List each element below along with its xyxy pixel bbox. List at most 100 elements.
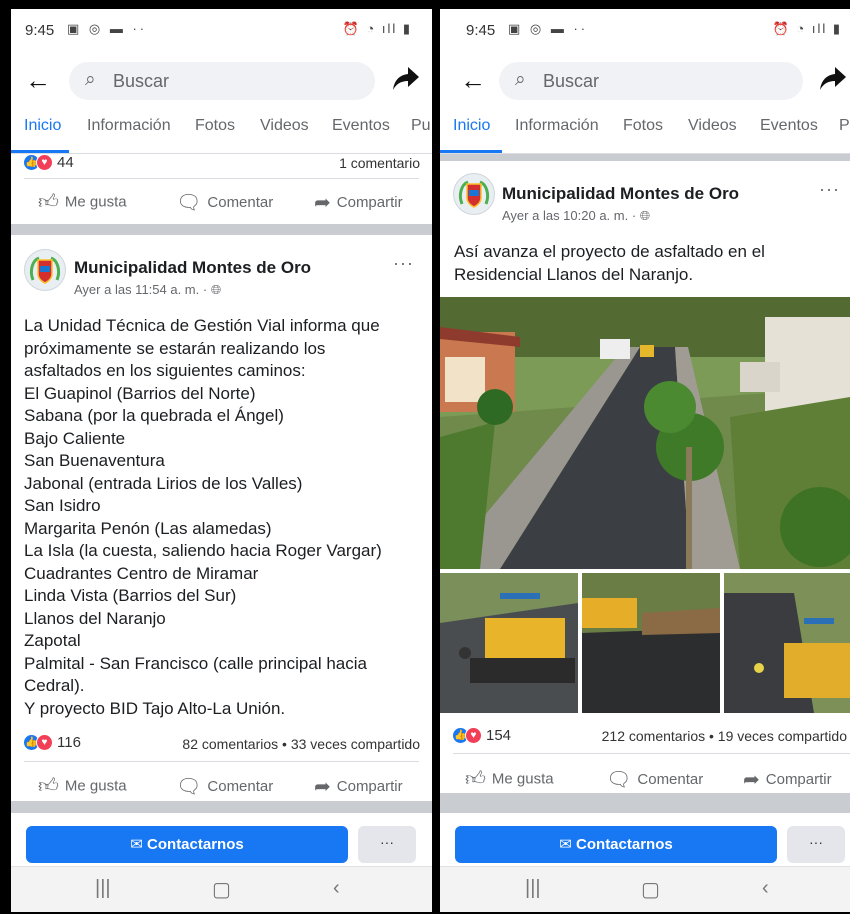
envelope-icon: ✉ — [130, 836, 143, 853]
post-text-line: Llanos del Naranjo — [24, 608, 166, 628]
comment-count[interactable]: 1 comentario — [339, 155, 420, 171]
contact-button[interactable]: ✉ Contactarnos — [455, 826, 777, 863]
search-input[interactable]: ⌕ Buscar — [69, 62, 375, 100]
share-icon: ➦ — [314, 192, 331, 214]
status-bar: 9:45 ▣ ◎ ▬ ·· ⏰ ◔ ıll ▮ — [11, 9, 432, 51]
status-time: 9:45 — [466, 22, 496, 39]
back-nav-icon[interactable]: ‹ — [762, 877, 769, 900]
post-text-line: Jabonal (entrada Lirios de los Valles) — [24, 473, 303, 493]
home-icon[interactable]: ▢ — [641, 877, 660, 902]
road-paving-photo — [440, 297, 850, 569]
tab-videos[interactable]: Videos — [688, 117, 737, 135]
post-text: Así avanza el proyecto de asfaltado en e… — [454, 241, 765, 286]
comment-share-stats[interactable]: 212 comentarios • 19 veces compartido — [602, 728, 847, 744]
globe-icon: 🌐︎ — [639, 208, 651, 223]
tab-videos[interactable]: Videos — [260, 117, 309, 135]
back-nav-icon[interactable]: ‹ — [333, 877, 340, 900]
post-timestamp[interactable]: Ayer a las 11:54 a. m. · 🌐︎ — [74, 282, 221, 298]
recent-apps-icon[interactable]: ||| — [525, 877, 541, 900]
envelope-icon: ✉ — [559, 836, 572, 853]
post-text-line: Sabana (por la quebrada el Ángel) — [24, 406, 284, 425]
comment-share-stats[interactable]: 82 comentarios • 33 veces compartido — [182, 736, 420, 752]
status-bar: 9:45 ▣ ◎ ▬ ·· ⏰ ◔ ıll ▮ — [440, 9, 850, 51]
post-text-line: Cuadrantes Centro de Miramar — [24, 563, 259, 583]
love-reaction-icon: ♥ — [465, 727, 482, 745]
thumbs-up-icon: 👍︎ — [38, 775, 59, 797]
post-photo-thumb-3[interactable] — [724, 573, 850, 713]
post-options-icon[interactable]: ··· — [393, 253, 414, 274]
page-avatar[interactable] — [24, 249, 66, 291]
comment-button[interactable]: 🗨 Comentar — [606, 767, 703, 792]
post-options-icon[interactable]: ··· — [819, 179, 840, 200]
contact-bar: ✉ Contactarnos ··· — [440, 813, 850, 871]
tab-fotos[interactable]: Fotos — [195, 117, 235, 135]
contact-more-button[interactable]: ··· — [358, 826, 416, 863]
page-avatar[interactable] — [453, 173, 495, 215]
tab-inicio[interactable]: Inicio — [453, 117, 490, 135]
tab-more[interactable]: Pu — [411, 117, 431, 135]
home-icon[interactable]: ▢ — [212, 877, 231, 902]
search-input[interactable]: ⌕ Buscar — [499, 62, 803, 100]
tab-informacion[interactable]: Información — [87, 117, 171, 135]
tab-informacion[interactable]: Información — [515, 117, 599, 135]
share-button[interactable]: ➦ Compartir — [743, 767, 832, 792]
tab-more[interactable]: P — [839, 117, 850, 135]
share-button[interactable]: ➦ Compartir — [314, 774, 403, 799]
post-text-line: San Buenaventura — [24, 451, 165, 470]
post-timestamp[interactable]: Ayer a las 10:20 a. m. · 🌐︎ — [502, 208, 650, 224]
paver-machine-photo — [440, 573, 578, 713]
active-tab-indicator — [440, 150, 502, 153]
love-reaction-icon: ♥ — [36, 734, 53, 752]
previous-post-footer: 👍 ♥ 44 1 comentario 👍︎ Me gusta 🗨 Comentar ➦… — [11, 154, 432, 224]
search-header: ← ⌕ Buscar — [440, 51, 850, 109]
post-photo-thumb-1[interactable] — [440, 573, 578, 713]
post-text-line: Palmital - San Francisco (calle principa… — [24, 653, 367, 673]
contact-button[interactable]: ✉ Contactarnos — [26, 826, 348, 863]
tab-eventos[interactable]: Eventos — [760, 117, 818, 135]
share-arrow-icon[interactable] — [391, 61, 421, 95]
reaction-count: 154 — [486, 727, 512, 745]
like-button[interactable]: 👍︎ Me gusta — [465, 767, 554, 791]
post-text-line: Y proyecto BID Tajo Alto-La Unión. — [24, 698, 286, 718]
thumbs-up-icon: 👍︎ — [465, 768, 486, 790]
page-tabs: Inicio Información Fotos Videos Eventos … — [440, 109, 850, 154]
post-text-line: El Guapinol (Barrios del Norte) — [24, 383, 256, 403]
reaction-summary[interactable]: 👍 ♥ 154 — [453, 727, 511, 745]
post-text-line: Así avanza el proyecto de asfaltado en e… — [454, 242, 765, 261]
tab-eventos[interactable]: Eventos — [332, 117, 390, 135]
love-reaction-icon: ♥ — [36, 154, 53, 172]
tab-fotos[interactable]: Fotos — [623, 117, 663, 135]
post-text-line: Cedral). — [24, 676, 85, 695]
contact-more-button[interactable]: ··· — [787, 826, 845, 863]
post-card: Municipalidad Montes de Oro Ayer a las 1… — [11, 235, 432, 801]
tab-inicio[interactable]: Inicio — [24, 117, 61, 135]
comment-button[interactable]: 🗨 Comentar — [176, 774, 273, 799]
divider — [24, 178, 419, 179]
back-arrow-icon[interactable]: ← — [25, 65, 51, 95]
like-button[interactable]: 👍︎ Me gusta — [38, 774, 127, 798]
speech-bubble-icon: 🗨 — [176, 776, 202, 798]
post-photo-thumb-2[interactable] — [582, 573, 720, 713]
post-text-line: Margarita Penón (Las alamedas) — [24, 518, 272, 538]
post-text-line: La Isla (la cuesta, saliendo hacia Roger… — [24, 541, 382, 560]
like-button[interactable]: 👍︎ Me gusta — [38, 190, 127, 214]
thumbs-up-icon: 👍︎ — [38, 191, 59, 213]
share-icon: ➦ — [743, 769, 760, 791]
page-name[interactable]: Municipalidad Montes de Oro — [502, 184, 739, 204]
municipal-seal-icon — [458, 180, 490, 208]
recent-apps-icon[interactable]: ||| — [95, 877, 111, 900]
reaction-summary[interactable]: 👍 ♥ 116 — [24, 734, 81, 752]
post-text: La Unidad Técnica de Gestión Vial inform… — [24, 315, 382, 720]
divider — [24, 761, 419, 762]
share-button[interactable]: ➦ Compartir — [314, 190, 403, 215]
post-text-line: Residencial Llanos del Naranjo. — [454, 264, 694, 284]
post-text-line: San Isidro — [24, 496, 101, 515]
post-photo-main[interactable] — [440, 297, 850, 569]
reaction-summary[interactable]: 👍 ♥ 44 — [24, 154, 74, 172]
page-name[interactable]: Municipalidad Montes de Oro — [74, 258, 311, 278]
comment-button[interactable]: 🗨 Comentar — [176, 190, 273, 215]
system-status-icons: ⏰ ◔ ıll ▮ — [772, 21, 842, 36]
fresh-asphalt-photo — [582, 573, 720, 713]
share-arrow-icon[interactable] — [818, 61, 848, 95]
back-arrow-icon[interactable]: ← — [460, 65, 486, 95]
